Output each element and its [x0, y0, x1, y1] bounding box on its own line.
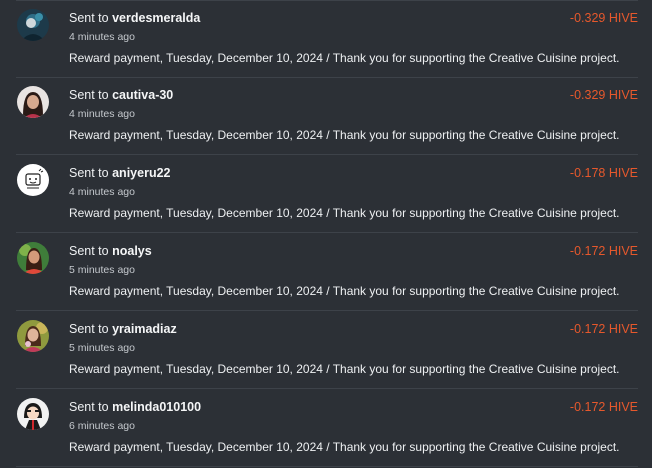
transaction-row: Sent to noalys 5 minutes ago Reward paym… — [16, 233, 638, 311]
transaction-row: Sent to melinda010100 6 minutes ago Rewa… — [16, 389, 638, 467]
sent-to-label: Sent to — [69, 322, 109, 336]
timestamp: 4 minutes ago — [69, 186, 135, 198]
avatar[interactable] — [17, 164, 49, 196]
recipient-line: Sent to verdesmeralda — [69, 11, 200, 25]
avatar[interactable] — [17, 320, 49, 352]
timestamp: 5 minutes ago — [69, 342, 135, 354]
recipient-username-link[interactable]: verdesmeralda — [112, 11, 200, 25]
transaction-row: Sent to verdesmeralda 4 minutes ago Rewa… — [16, 0, 638, 78]
recipient-line: Sent to aniyeru22 — [69, 166, 170, 180]
memo-text: Reward payment, Tuesday, December 10, 20… — [69, 440, 620, 454]
amount: -0.178 HIVE — [569, 166, 638, 180]
avatar[interactable] — [17, 398, 49, 430]
recipient-username-link[interactable]: cautiva-30 — [112, 88, 173, 102]
avatar[interactable] — [17, 9, 49, 41]
recipient-username-link[interactable]: noalys — [112, 244, 152, 258]
recipient-line: Sent to noalys — [69, 244, 152, 258]
transfer-history-list: Sent to verdesmeralda 4 minutes ago Rewa… — [0, 0, 652, 468]
amount: -0.329 HIVE — [569, 88, 638, 102]
amount: -0.329 HIVE — [569, 11, 638, 25]
memo-text: Reward payment, Tuesday, December 10, 20… — [69, 128, 620, 142]
memo-text: Reward payment, Tuesday, December 10, 20… — [69, 206, 620, 220]
timestamp: 4 minutes ago — [69, 108, 135, 120]
transaction-row: Sent to aniyeru22 4 minutes ago Reward p… — [16, 155, 638, 233]
avatar[interactable] — [17, 86, 49, 118]
recipient-username-link[interactable]: aniyeru22 — [112, 166, 170, 180]
sent-to-label: Sent to — [69, 88, 109, 102]
memo-text: Reward payment, Tuesday, December 10, 20… — [69, 362, 620, 376]
transaction-row: Sent to cautiva-30 4 minutes ago Reward … — [16, 77, 638, 155]
recipient-username-link[interactable]: yraimadiaz — [112, 322, 177, 336]
amount: -0.172 HIVE — [569, 400, 638, 414]
amount: -0.172 HIVE — [569, 244, 638, 258]
sent-to-label: Sent to — [69, 400, 109, 414]
recipient-username-link[interactable]: melinda010100 — [112, 400, 201, 414]
timestamp: 4 minutes ago — [69, 31, 135, 43]
sent-to-label: Sent to — [69, 11, 109, 25]
timestamp: 6 minutes ago — [69, 420, 135, 432]
memo-text: Reward payment, Tuesday, December 10, 20… — [69, 51, 620, 65]
recipient-line: Sent to yraimadiaz — [69, 322, 177, 336]
sent-to-label: Sent to — [69, 166, 109, 180]
recipient-line: Sent to cautiva-30 — [69, 88, 173, 102]
sent-to-label: Sent to — [69, 244, 109, 258]
amount: -0.172 HIVE — [569, 322, 638, 336]
timestamp: 5 minutes ago — [69, 264, 135, 276]
memo-text: Reward payment, Tuesday, December 10, 20… — [69, 284, 620, 298]
avatar[interactable] — [17, 242, 49, 274]
transaction-row: Sent to yraimadiaz 5 minutes ago Reward … — [16, 311, 638, 389]
recipient-line: Sent to melinda010100 — [69, 400, 201, 414]
